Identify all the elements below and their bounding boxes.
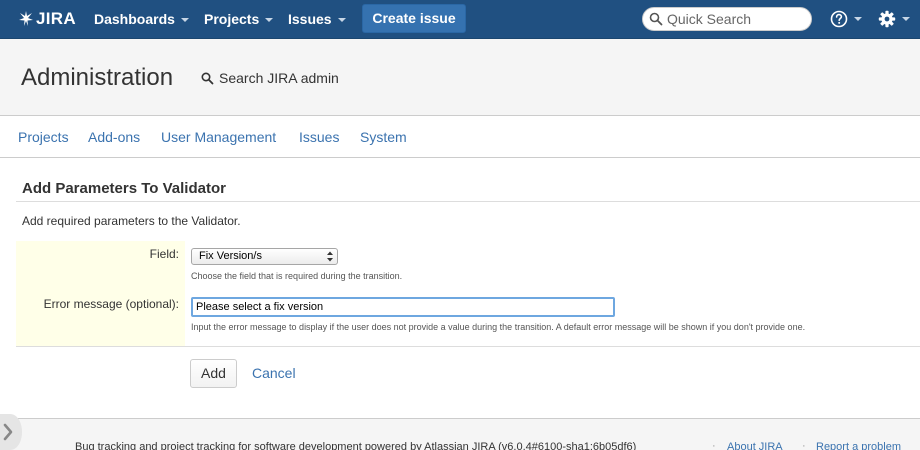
jira-logo-icon xyxy=(19,11,33,26)
nav-issues-label: Issues xyxy=(288,11,332,27)
logo-text: JIRA xyxy=(36,9,76,28)
nav-projects[interactable]: Projects xyxy=(204,0,274,39)
help-icon xyxy=(830,10,848,28)
admin-header: Administration Search JIRA admin xyxy=(0,39,920,116)
field-select-value: Fix Version/s xyxy=(199,250,262,262)
form-divider xyxy=(16,346,920,347)
admin-tabs: Projects Add-ons User Management Issues … xyxy=(0,116,920,158)
footer: Bug tracking and project tracking for so… xyxy=(0,418,920,450)
search-icon xyxy=(201,71,214,84)
chevron-down-icon xyxy=(265,18,274,23)
search-icon xyxy=(649,12,663,26)
nav-dashboards-label: Dashboards xyxy=(94,11,175,27)
error-message-hint: Input the error message to display if th… xyxy=(191,322,806,332)
select-arrows-icon xyxy=(327,251,333,262)
nav-projects-label: Projects xyxy=(204,11,260,27)
search-jira-admin[interactable]: Search JIRA admin xyxy=(201,70,339,86)
footer-separator: · xyxy=(712,440,716,450)
page-title: Administration xyxy=(21,64,174,91)
field-label: Field: xyxy=(149,247,179,261)
sidebar-expand-handle[interactable] xyxy=(0,414,22,450)
tab-user-management[interactable]: User Management xyxy=(161,129,276,145)
tab-system[interactable]: System xyxy=(360,129,407,145)
chevron-down-icon xyxy=(180,18,189,23)
error-message-input[interactable] xyxy=(191,297,615,317)
nav-issues[interactable]: Issues xyxy=(288,0,346,39)
help-menu[interactable] xyxy=(830,9,862,29)
field-select[interactable]: Fix Version/s xyxy=(191,248,338,265)
footer-report-link[interactable]: Report a problem xyxy=(816,441,901,450)
footer-powered-by: Bug tracking and project tracking for so… xyxy=(75,441,637,450)
section-title: Add Parameters To Validator xyxy=(22,180,226,197)
chevron-right-icon xyxy=(0,414,22,450)
section-description: Add required parameters to the Validator… xyxy=(22,214,241,228)
nav-dashboards[interactable]: Dashboards xyxy=(94,0,189,39)
title-divider xyxy=(16,201,920,202)
gear-icon xyxy=(878,10,896,28)
footer-separator: · xyxy=(802,440,806,450)
tab-add-ons[interactable]: Add-ons xyxy=(88,129,140,145)
tab-issues[interactable]: Issues xyxy=(299,129,339,145)
tab-projects[interactable]: Projects xyxy=(18,129,69,145)
top-navigation-bar: JIRA Dashboards Projects Issues Create i… xyxy=(0,0,920,39)
create-issue-button[interactable]: Create issue xyxy=(362,4,466,33)
quick-search-input[interactable] xyxy=(667,10,807,28)
admin-gear-menu[interactable] xyxy=(878,9,910,29)
field-hint: Choose the field that is required during… xyxy=(191,271,403,281)
add-button[interactable]: Add xyxy=(190,359,237,388)
chevron-down-icon xyxy=(337,18,346,23)
jira-logo[interactable]: JIRA xyxy=(18,9,76,29)
quick-search[interactable] xyxy=(642,7,812,31)
chevron-down-icon xyxy=(854,17,862,21)
error-message-label: Error message (optional): xyxy=(43,297,179,311)
footer-about-link[interactable]: About JIRA xyxy=(727,441,783,450)
search-jira-admin-label: Search JIRA admin xyxy=(219,70,339,86)
cancel-link[interactable]: Cancel xyxy=(252,365,296,381)
chevron-down-icon xyxy=(902,17,910,21)
